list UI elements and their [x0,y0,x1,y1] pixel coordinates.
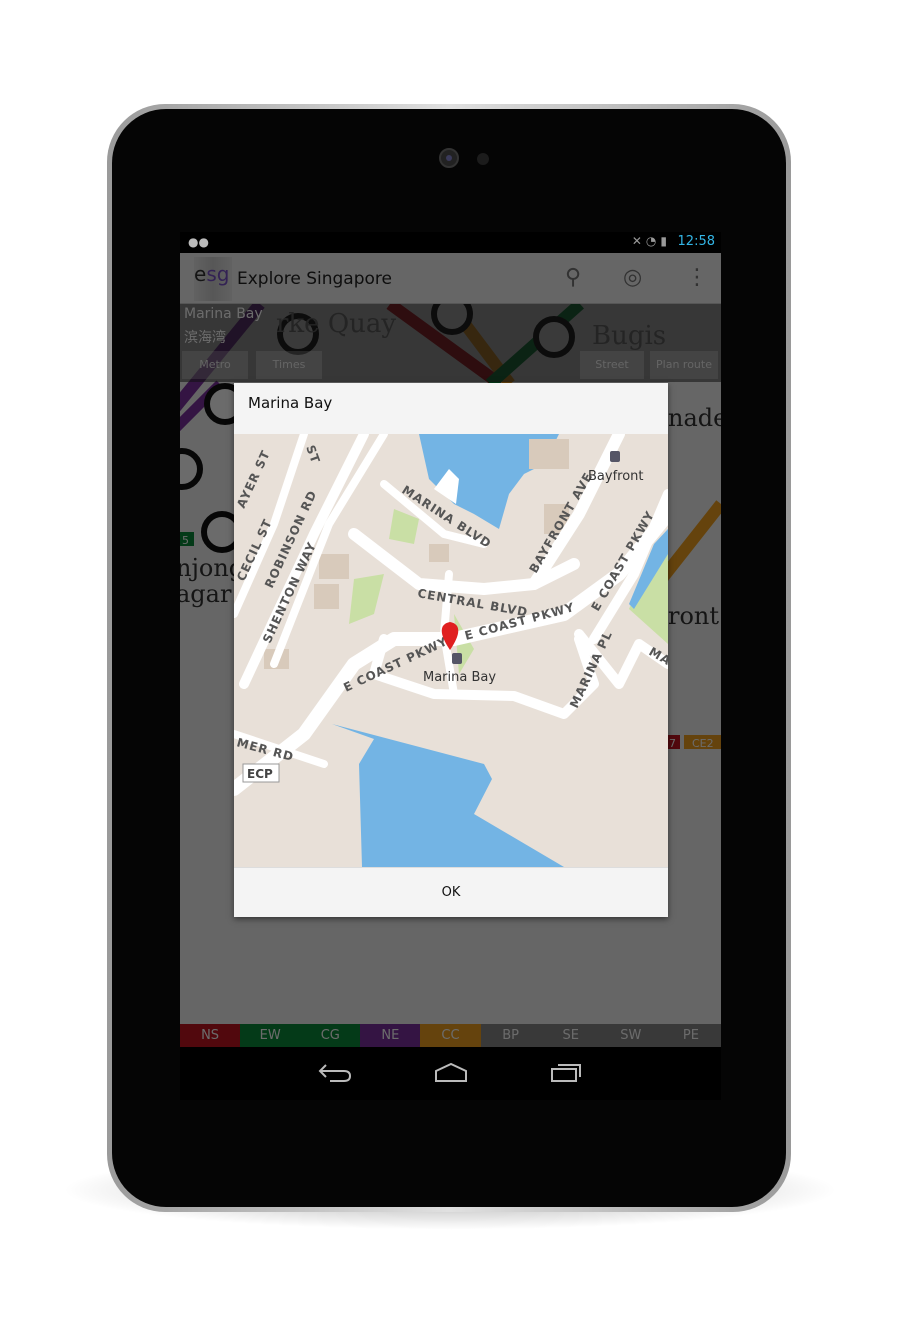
metro-label: rke Quay [276,309,397,339]
metro-label: Bugis [592,321,667,351]
overflow-menu-icon[interactable]: ⋮ [686,265,708,290]
sensor [477,153,489,165]
line-tab-ne[interactable]: NE [360,1024,421,1047]
line-tab-sw[interactable]: SW [600,1024,661,1047]
street-label: BAYFRONT AVE [526,470,595,576]
station-label-marina-bay: Marina Bay [423,670,496,685]
ok-button[interactable]: OK [234,867,668,917]
train-station-icon [610,451,620,462]
camera-icon [439,148,459,168]
highway-shield-label: ECP [247,767,273,781]
street-map[interactable]: ST AYER ST CECIL ST ROBINSON RD SHENTON … [234,434,668,867]
dialog-title: Marina Bay [248,394,333,412]
recent-apps-icon[interactable] [550,1061,584,1083]
train-station-icon [452,653,462,664]
app: nade njong agar ront 5 7 CE2 esg Explore… [180,253,721,1047]
status-bar: ●● ✕◔▮ 12:58 [180,232,721,253]
station-circle [180,448,203,490]
line-tab-se[interactable]: SE [540,1024,601,1047]
line-tab-cc[interactable]: CC [420,1024,481,1047]
station-label-bayfront: Bayfront [588,469,644,484]
back-icon[interactable] [318,1061,352,1083]
street-label: ST [303,443,323,465]
metro-label: CE2 [692,737,714,750]
android-notification-icon: ●● [188,235,209,249]
screen: ●● ✕◔▮ 12:58 nade njong agar ront 5 7 CE… [180,232,721,1100]
street-map-drawing: ST AYER ST CECIL ST ROBINSON RD SHENTON … [234,434,668,867]
station-dialog: Marina Bay ST AYER ST CECIL ST ROBINSON … [234,383,668,917]
home-icon[interactable] [434,1061,468,1083]
line-tab-bp[interactable]: BP [480,1024,541,1047]
clock: 12:58 [677,234,715,249]
line-tab-ew[interactable]: EW [240,1024,301,1047]
line-tab-cg[interactable]: CG [300,1024,361,1047]
station-name: Marina Bay [184,306,263,322]
app-title: Explore Singapore [237,269,392,289]
mute-icon: ✕ [631,234,646,248]
line-tabs: NS EW CG NE CC BP SE SW PE [180,1024,721,1047]
line-tab-ns[interactable]: NS [180,1024,241,1047]
metro-button[interactable]: Metro [182,351,248,379]
battery-charging-icon: ▮ [660,234,671,248]
metro-label: ront [668,602,719,630]
water-south [332,724,564,867]
locate-icon[interactable]: ◎ [623,265,642,290]
street-label: AYER ST [234,448,273,510]
search-icon[interactable]: ⚲ [565,265,581,290]
metro-label: agar [180,580,232,608]
wifi-icon: ◔ [645,234,661,248]
app-logo[interactable]: esg [194,257,232,301]
metro-label: nade [668,404,721,432]
nav-bar [180,1047,721,1100]
park [349,574,384,624]
line-tab-pe[interactable]: PE [660,1024,721,1047]
metro-label: 5 [182,534,189,547]
plan-route-button[interactable]: Plan route [650,351,718,379]
times-button[interactable]: Times [256,351,322,379]
status-icons: ✕◔▮ [632,234,671,248]
street-button[interactable]: Street [580,351,644,379]
action-bar: esg Explore Singapore ⚲ ◎ ⋮ [180,253,721,304]
station-name-chinese: 滨海湾 [184,330,226,346]
metro-label: 7 [669,737,676,750]
